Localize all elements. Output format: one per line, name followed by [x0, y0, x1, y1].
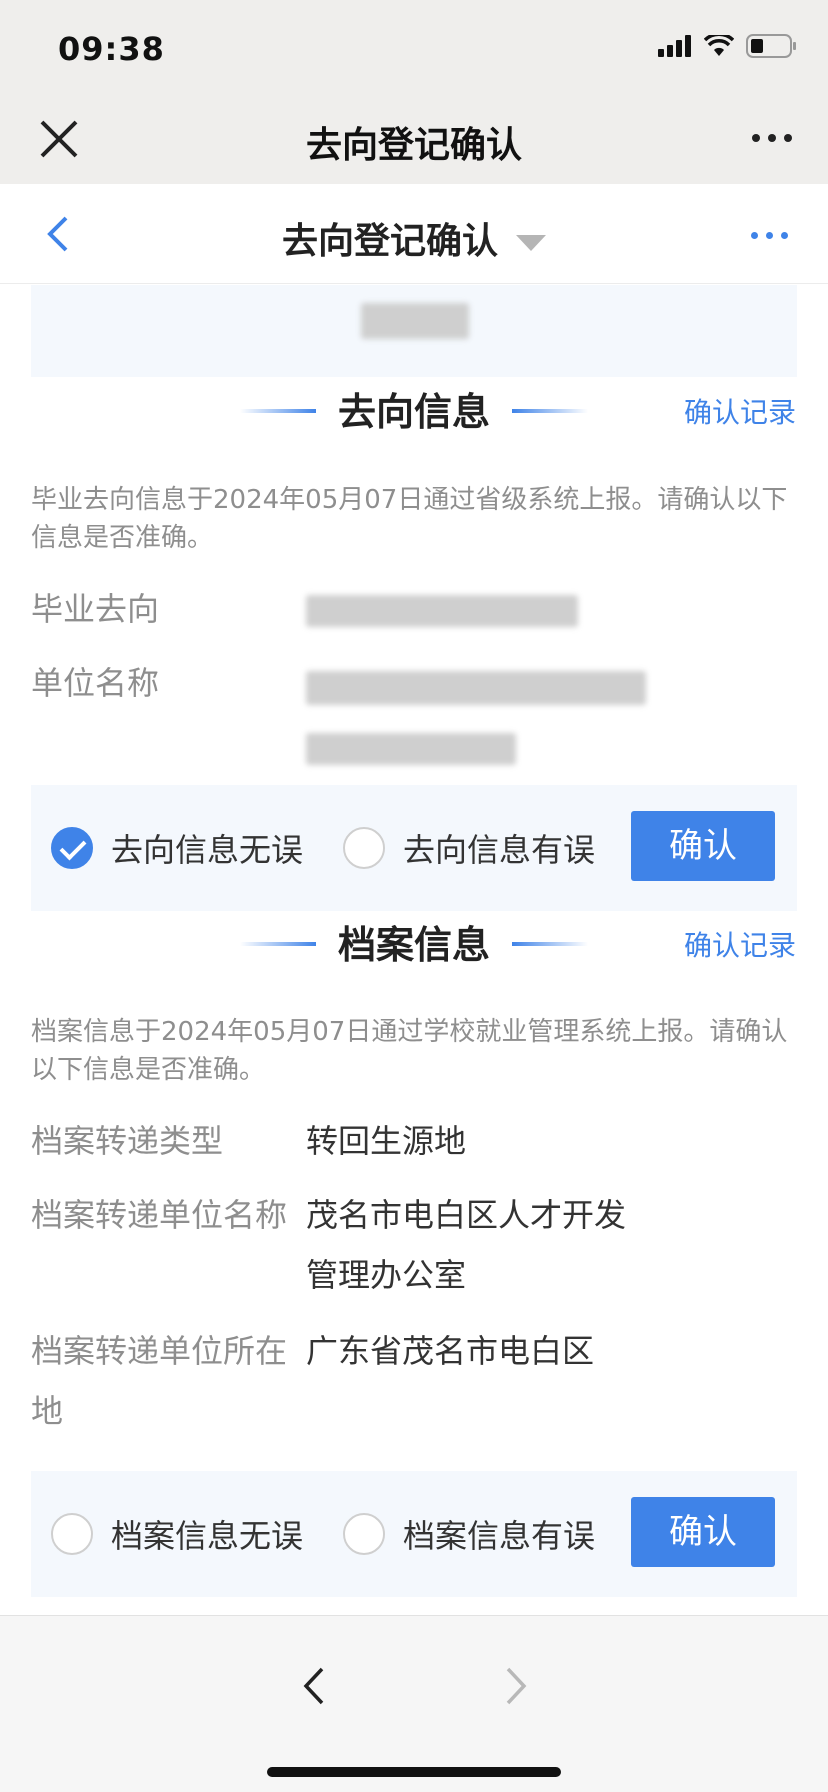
archive-confirm-record-link[interactable]: 确认记录: [684, 924, 796, 964]
page-title: 去向登记确认: [281, 221, 498, 262]
more-options-icon[interactable]: [752, 134, 792, 142]
redacted-employer-line2: [306, 733, 516, 765]
field-value-archive-location: 广东省茂名市电白区: [306, 1332, 595, 1370]
redacted-name: [361, 303, 469, 339]
archive-option-correct[interactable]: 档案信息无误: [51, 1511, 303, 1557]
title-deco-right: [512, 942, 588, 946]
field-value-archive-type: 转回生源地: [306, 1122, 467, 1160]
destination-option-wrong-label: 去向信息有误: [403, 831, 596, 869]
radio-unchecked-icon[interactable]: [343, 1513, 385, 1555]
destination-option-wrong[interactable]: 去向信息有误: [343, 825, 595, 871]
radio-checked-icon[interactable]: [51, 827, 93, 869]
menu-more-icon[interactable]: [751, 232, 788, 239]
destination-description: 毕业去向信息于2024年05月07日通过省级系统上报。请确认以下信息是否准确。: [31, 485, 788, 553]
archive-description: 档案信息于2024年05月07日通过学校就业管理系统上报。请确认以下信息是否准确…: [31, 1017, 788, 1085]
field-label-archive-type: 档案转递类型: [31, 1122, 224, 1160]
destination-section-header: 去向信息 确认记录: [0, 381, 828, 441]
archive-option-correct-label: 档案信息无误: [111, 1517, 304, 1555]
browser-forward-icon[interactable]: [504, 1666, 528, 1706]
bottom-navigation-bar: [0, 1615, 828, 1792]
radio-unchecked-icon[interactable]: [51, 1513, 93, 1555]
home-indicator: [267, 1767, 561, 1777]
archive-confirm-box: 档案信息无误 档案信息有误 确认: [31, 1471, 797, 1597]
field-label-destination: 毕业去向: [31, 590, 160, 628]
page-navbar: 去向登记确认: [0, 184, 828, 284]
caret-down-icon: [516, 235, 546, 251]
redacted-destination: [306, 595, 578, 627]
archive-section-header: 档案信息 确认记录: [0, 914, 828, 974]
browser-back-icon[interactable]: [302, 1666, 326, 1706]
field-label-employer: 单位名称: [31, 664, 160, 702]
archive-option-wrong[interactable]: 档案信息有误: [343, 1511, 595, 1557]
field-value-employer: [306, 653, 666, 773]
battery-icon: [746, 34, 796, 58]
title-deco-right: [512, 409, 588, 413]
webview-title: 去向登记确认: [305, 125, 522, 166]
status-icons: [658, 34, 798, 58]
cellular-signal-icon: [658, 35, 691, 57]
student-info-card: [31, 285, 797, 377]
radio-unchecked-icon[interactable]: [343, 827, 385, 869]
status-bar: 09:38: [0, 0, 828, 94]
wifi-icon: [704, 35, 734, 56]
redacted-employer-line1: [306, 671, 646, 705]
destination-confirm-box: 去向信息无误 去向信息有误 确认: [31, 785, 797, 911]
destination-option-correct-label: 去向信息无误: [111, 831, 304, 869]
archive-option-wrong-label: 档案信息有误: [403, 1517, 596, 1555]
destination-confirm-button[interactable]: 确认: [631, 811, 775, 881]
webview-toolbar: 去向登记确认: [0, 94, 828, 184]
field-label-archive-unit: 档案转递单位名称: [31, 1196, 288, 1234]
destination-option-correct[interactable]: 去向信息无误: [51, 825, 303, 871]
field-value-archive-unit: 茂名市电白区人才开发管理办公室: [306, 1196, 627, 1294]
main-content: 去向信息 确认记录 毕业去向信息于2024年05月07日通过省级系统上报。请确认…: [0, 285, 828, 1615]
archive-confirm-button[interactable]: 确认: [631, 1497, 775, 1567]
field-label-archive-location: 档案转递单位所在地: [31, 1332, 288, 1430]
status-time: 09:38: [58, 30, 165, 68]
page-title-dropdown[interactable]: 去向登记确认: [0, 212, 828, 264]
destination-confirm-record-link[interactable]: 确认记录: [684, 391, 796, 431]
